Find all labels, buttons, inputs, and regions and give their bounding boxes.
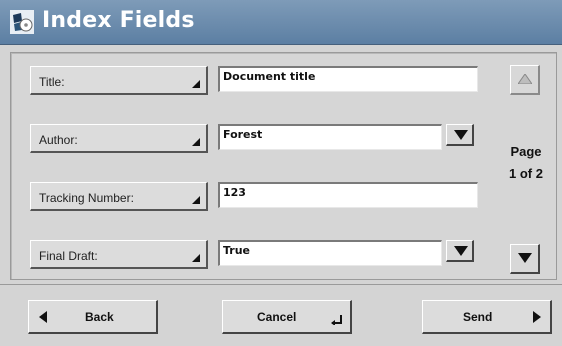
final-draft-dropdown-button[interactable]: [446, 240, 474, 262]
chevron-down-icon: [518, 253, 532, 263]
scanner-disc-icon: [10, 10, 34, 34]
corner-arrow-icon: [192, 80, 200, 88]
cancel-label: Cancel: [257, 310, 297, 324]
page-down-button[interactable]: [510, 244, 540, 274]
field-label: Author:: [39, 133, 78, 147]
field-label: Tracking Number:: [39, 191, 134, 205]
corner-arrow-icon: [192, 254, 200, 262]
chevron-up-icon: [518, 74, 532, 84]
tracking-number-input[interactable]: 123: [218, 182, 478, 208]
return-arrow-icon: [331, 315, 342, 325]
page-up-button[interactable]: [510, 65, 540, 95]
field-author-button[interactable]: Author:: [30, 124, 208, 153]
title-bar: Index Fields: [0, 0, 562, 45]
corner-arrow-icon: [192, 138, 200, 146]
field-title-button[interactable]: Title:: [30, 66, 208, 95]
title-input[interactable]: Document title: [218, 66, 478, 92]
back-button[interactable]: Back: [28, 300, 158, 334]
cancel-button[interactable]: Cancel: [222, 300, 352, 334]
arrow-left-icon: [39, 311, 47, 323]
author-select[interactable]: Forest: [218, 124, 442, 150]
field-final-draft-button[interactable]: Final Draft:: [30, 240, 208, 269]
page-count: 1 of 2: [509, 166, 543, 181]
field-label: Final Draft:: [39, 249, 98, 263]
field-label: Title:: [39, 75, 65, 89]
page-label: Page: [510, 144, 542, 159]
chevron-down-icon: [454, 246, 468, 256]
final-draft-select[interactable]: True: [218, 240, 442, 266]
index-fields-window: Index Fields Title: Document title Autho…: [0, 0, 562, 346]
send-button[interactable]: Send: [422, 300, 552, 334]
field-tracking-number-button[interactable]: Tracking Number:: [30, 182, 208, 211]
chevron-down-icon: [454, 130, 468, 140]
back-label: Back: [85, 310, 114, 324]
send-label: Send: [463, 310, 493, 324]
author-dropdown-button[interactable]: [446, 124, 474, 146]
arrow-right-icon: [533, 311, 541, 323]
window-title: Index Fields: [42, 8, 195, 33]
corner-arrow-icon: [192, 196, 200, 204]
